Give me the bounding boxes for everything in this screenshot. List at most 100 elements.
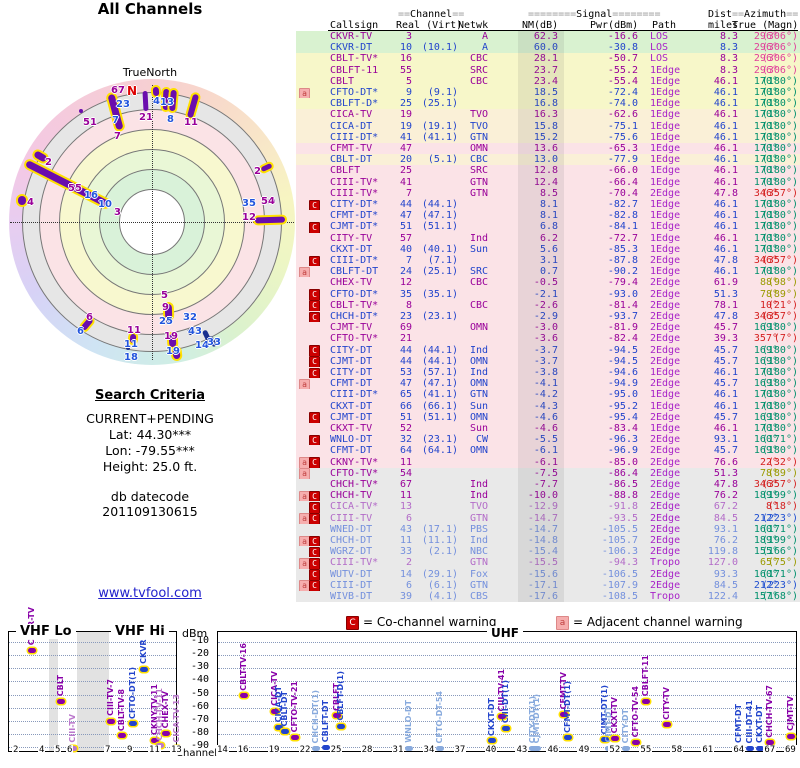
cell-path: 1Edge	[650, 367, 681, 378]
cell-path: 1Edge	[650, 210, 681, 222]
channel-tick: 52	[608, 745, 622, 755]
cell-path: 2Edge	[650, 479, 681, 490]
magnetic-north-label: N	[127, 84, 138, 98]
cell-callsign: CIII-DT*	[330, 389, 379, 401]
cell-callsign: CJMT-DT	[330, 411, 373, 423]
cell-miles: 46.1	[713, 131, 738, 143]
cell-path: 2Edge	[650, 523, 681, 535]
cell-real: 51	[399, 411, 412, 423]
cell-miles: 51.3	[713, 288, 738, 300]
cell-netwk: OMN	[469, 378, 488, 390]
polar-channel-label: 13	[160, 97, 174, 108]
cell-path: 1Edge	[650, 221, 681, 233]
cell-real: 64	[399, 445, 412, 457]
polar-channel-label: 35	[242, 198, 256, 209]
polar-channel-label: 25	[159, 316, 173, 327]
polar-channel-label: 67	[111, 85, 125, 96]
cell-callsign: CITY-DT*	[330, 199, 379, 210]
cell-netwk: GTN	[469, 579, 488, 591]
cell-miles: 8.3	[719, 42, 738, 54]
cell-pwr: -82.8	[607, 210, 638, 222]
station-label: CBLFT-11	[641, 655, 651, 697]
cell-miles: 47.8	[713, 311, 738, 322]
cell-pwr: -105.5	[601, 523, 638, 535]
cell-virt: (41.1)	[421, 389, 458, 401]
cell-miles: 47.8	[713, 187, 738, 199]
cell-netwk: A	[481, 31, 488, 42]
cell-netwk: OMN	[469, 322, 488, 334]
cell-path: 2Edge	[650, 467, 681, 479]
polar-channel-label: 11	[124, 339, 138, 350]
cell-callsign: CBLT-TV*	[330, 53, 379, 65]
adjacent-channel-legend-icon: a	[556, 616, 569, 630]
chart-bar	[435, 745, 444, 751]
cell-miles: 45.7	[713, 355, 738, 367]
cell-pwr: -107.9	[601, 579, 638, 591]
cell-miles: 122.4	[707, 591, 738, 602]
cell-netwk: TVO	[469, 501, 488, 513]
station-label: CIII-DT-41	[744, 699, 754, 744]
cell-miles: 93.3	[713, 568, 738, 580]
tvfool-link[interactable]: www.tvfool.com	[98, 586, 202, 601]
cell-magn: (357°)	[761, 311, 798, 322]
polar-channel-label: 10	[98, 199, 112, 210]
cell-miles: 47.8	[713, 479, 738, 490]
cell-pwr: -66.0	[607, 165, 638, 177]
cell-real: 53	[399, 367, 412, 378]
station-label: WNLO-DT	[403, 700, 413, 743]
cell-real: 10	[399, 42, 412, 54]
cell-real: 44	[399, 355, 412, 367]
cell-virt	[414, 143, 458, 154]
cell-miles: 45.7	[713, 378, 738, 390]
cell-miles: 46.1	[713, 367, 738, 378]
cell-magn: (306°)	[761, 31, 798, 42]
polar-channel-label: 18	[124, 352, 138, 363]
cell-pwr: -91.8	[607, 501, 638, 513]
dbm-tick: -40	[190, 674, 209, 686]
cell-virt	[414, 109, 458, 120]
cell-miles: 76.2	[713, 535, 738, 546]
polar-channel-label: 7	[112, 115, 119, 126]
cell-path: 2Edge	[650, 512, 681, 524]
channel-tick: 28	[360, 745, 374, 755]
cell-pwr: -65.3	[607, 143, 638, 154]
cell-netwk: A	[481, 42, 488, 54]
cell-miles: 46.1	[713, 120, 738, 132]
channel-tick: 14	[216, 745, 229, 755]
polar-channel-label: 32	[183, 312, 197, 323]
cell-pwr: -95.0	[607, 389, 638, 401]
cell-pwr: -88.8	[607, 490, 638, 502]
channel-tick: 9	[126, 745, 134, 755]
cell-virt: (10.1)	[421, 42, 458, 54]
gridline	[218, 733, 796, 735]
polar-channel-label: 11	[184, 117, 198, 128]
cell-virt: (35.1)	[421, 288, 458, 300]
cell-path: 1Edge	[650, 199, 681, 210]
cell-callsign: CBLFT-D*	[330, 98, 379, 110]
station-label: CBLT-TV-8	[117, 688, 126, 731]
station-label: CIII-TV-7	[106, 679, 115, 717]
cell-real: 11	[399, 456, 412, 468]
channel-tick: 11	[148, 745, 161, 755]
chart-bar	[107, 718, 115, 724]
nm-column-shading	[518, 31, 564, 602]
cell-path: LOS	[650, 53, 669, 65]
cell-netwk: GTN	[469, 557, 488, 569]
polar-channel-label: 19	[164, 331, 178, 342]
cell-miles: 46.1	[713, 423, 738, 434]
channel-tick: 64	[732, 745, 746, 755]
cell-magn: (180°)	[761, 210, 798, 222]
cell-real: 67	[399, 479, 412, 490]
polar-signal-marker	[141, 90, 149, 112]
cell-callsign: CJMT-TV	[330, 322, 373, 334]
cell-callsign: CHCH-TV*	[330, 479, 379, 490]
cell-magn: (223°)	[761, 579, 798, 591]
cell-virt	[414, 277, 458, 288]
cell-miles: 61.9	[713, 277, 738, 289]
co-channel-legend-text: = Co-channel warning	[363, 615, 497, 629]
cell-pwr: -83.4	[607, 423, 638, 434]
channel-tick: 6	[66, 745, 74, 755]
cell-netwk: SRC	[469, 266, 488, 278]
cell-callsign: WUTV-DT	[330, 568, 373, 580]
cell-pwr: -81.9	[607, 322, 638, 334]
